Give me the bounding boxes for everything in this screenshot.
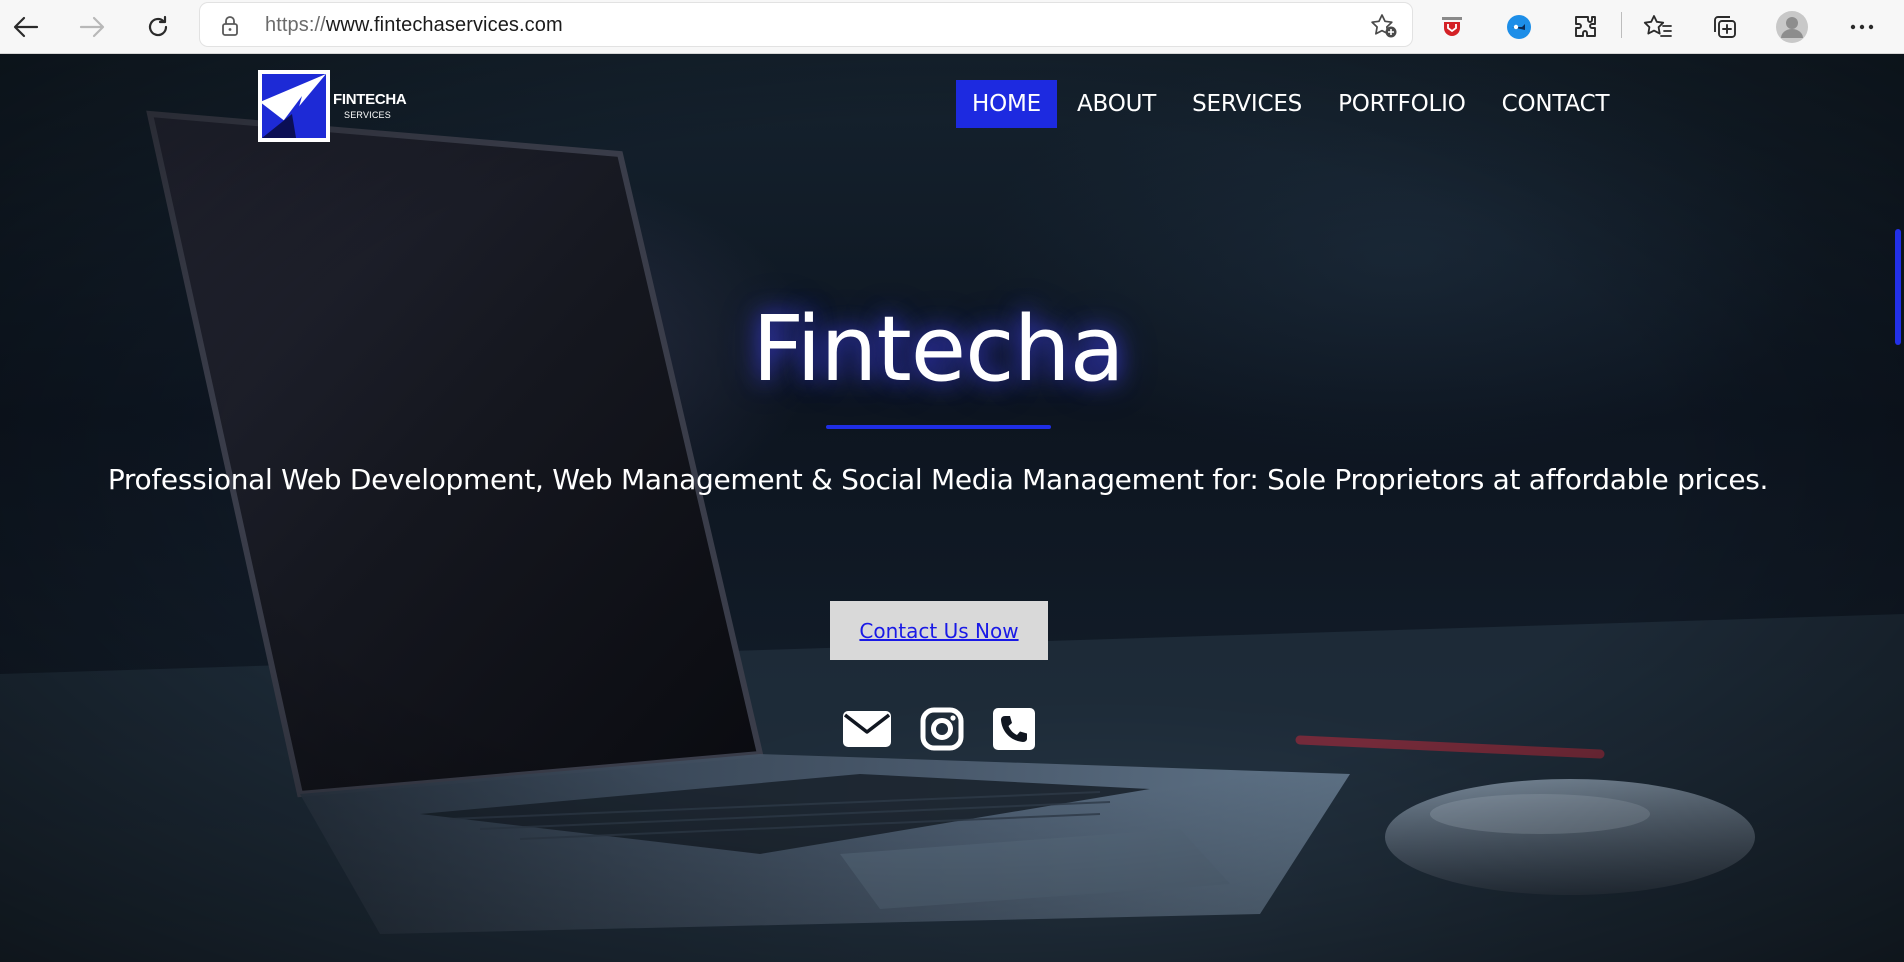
logo-subtext: SERVICES [344, 110, 391, 120]
url-host: www.fintechaservices.com [325, 14, 563, 36]
email-link[interactable] [841, 706, 893, 752]
toolbar-divider [1621, 12, 1622, 38]
collections-icon [1714, 16, 1736, 38]
more-menu-button[interactable] [1842, 7, 1882, 47]
more-icon [1850, 24, 1874, 30]
hero-background-image [0, 54, 1904, 962]
favorites-button[interactable] [1638, 7, 1678, 47]
hero-title: Fintecha [752, 297, 1125, 402]
back-button[interactable] [6, 7, 46, 47]
forward-button[interactable] [72, 7, 112, 47]
site-logo[interactable]: FINTECHA SERVICES [258, 70, 408, 146]
url-protocol: https:// [265, 14, 326, 36]
refresh-icon [148, 15, 168, 37]
email-icon [843, 711, 891, 747]
nav-portfolio[interactable]: PORTFOLIO [1322, 80, 1482, 128]
extension-red-button[interactable] [1432, 7, 1472, 47]
nav-about[interactable]: ABOUT [1061, 80, 1172, 128]
nav-services[interactable]: SERVICES [1176, 80, 1318, 128]
logo-mark [258, 70, 330, 142]
browser-toolbar: https://www.fintechaservices.com [0, 0, 1904, 54]
phone-link[interactable] [988, 706, 1040, 752]
back-icon [13, 16, 39, 38]
profile-button[interactable] [1772, 7, 1812, 47]
extension-blue-button[interactable] [1499, 7, 1539, 47]
refresh-button[interactable] [138, 7, 178, 47]
collections-button[interactable] [1705, 7, 1745, 47]
instagram-icon [920, 707, 964, 751]
nav-home[interactable]: HOME [956, 80, 1057, 128]
add-favorite-icon[interactable] [1370, 13, 1398, 39]
extension-blue-icon [1507, 15, 1531, 39]
profile-icon [1776, 11, 1808, 43]
address-bar[interactable]: https://www.fintechaservices.com [200, 3, 1412, 46]
main-nav: HOME ABOUT SERVICES PORTFOLIO CONTACT [956, 80, 1625, 128]
forward-icon [79, 16, 105, 38]
extensions-icon [1575, 16, 1596, 37]
favorites-icon [1643, 15, 1672, 37]
nav-contact[interactable]: CONTACT [1486, 80, 1626, 128]
url-text[interactable]: https://www.fintechaservices.com [265, 14, 563, 37]
lock-icon[interactable] [220, 15, 240, 37]
hero-divider [826, 425, 1051, 429]
hero-subtitle: Professional Web Development, Web Manage… [107, 463, 1769, 496]
paper-plane-icon [262, 74, 326, 138]
contact-us-button[interactable]: Contact Us Now [830, 601, 1048, 660]
scrollbar-thumb[interactable] [1895, 229, 1901, 345]
phone-icon [993, 708, 1035, 750]
instagram-link[interactable] [916, 706, 968, 752]
web-page: FINTECHA SERVICES HOME ABOUT SERVICES PO… [0, 54, 1904, 962]
logo-text: FINTECHA [333, 91, 407, 108]
extensions-button[interactable] [1566, 7, 1606, 47]
extension-red-icon [1442, 17, 1462, 36]
